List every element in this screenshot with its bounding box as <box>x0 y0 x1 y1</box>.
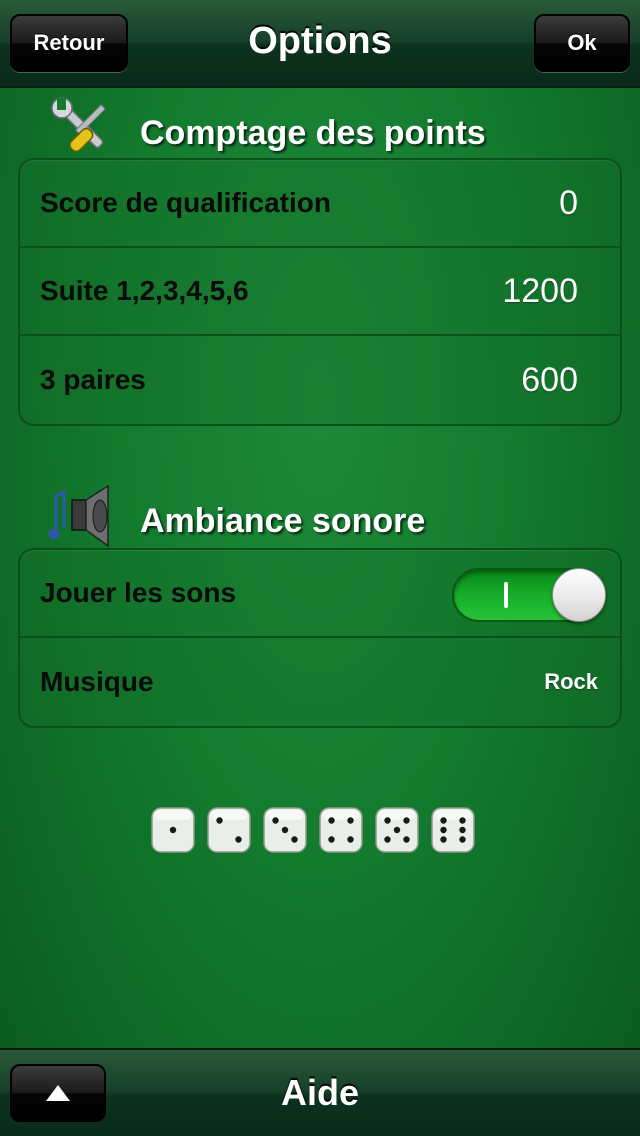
die-4-icon <box>319 807 363 853</box>
table-row: Jouer les sons <box>20 550 620 638</box>
die-pip <box>272 817 279 824</box>
table-row[interactable]: Suite 1,2,3,4,5,6 1200 <box>20 248 620 336</box>
die-pip <box>440 836 447 843</box>
die-pip <box>440 817 447 824</box>
qualification-score-value: 0 <box>559 183 578 222</box>
die-pip <box>169 826 177 834</box>
table-row[interactable]: Musique Rock <box>20 638 620 726</box>
table-row[interactable]: Score de qualification 0 <box>20 160 620 248</box>
die-pip <box>403 817 410 824</box>
die-3-icon <box>263 807 307 853</box>
toggle-knob[interactable] <box>552 568 606 622</box>
die-pip <box>347 817 354 824</box>
die-pip <box>291 836 298 843</box>
die-2-icon <box>207 807 251 853</box>
music-value: Rock <box>544 669 598 694</box>
straight-value: 1200 <box>502 271 578 310</box>
tools-icon <box>46 94 116 164</box>
sound-group: Jouer les sons Musique Rock <box>18 548 622 728</box>
straight-label: Suite 1,2,3,4,5,6 <box>40 275 249 306</box>
die-pip <box>235 836 242 843</box>
play-sounds-toggle[interactable] <box>452 568 606 622</box>
help-title[interactable]: Aide <box>0 1072 640 1114</box>
speaker-music-icon <box>46 482 116 552</box>
ok-button[interactable]: Ok <box>534 14 630 72</box>
table-row[interactable]: 3 paires 600 <box>20 336 620 424</box>
sound-section-title: Ambiance sonore <box>140 502 426 540</box>
bottom-bar: Aide <box>0 1048 640 1136</box>
die-pip <box>328 817 335 824</box>
die-pip <box>216 817 223 824</box>
die-pip <box>347 836 354 843</box>
qualification-score-label: Score de qualification <box>40 187 331 218</box>
music-label: Musique <box>40 666 154 697</box>
die-pip <box>384 836 391 843</box>
die-5-icon <box>375 807 419 853</box>
play-sounds-label: Jouer les sons <box>40 577 237 608</box>
die-pip <box>459 826 466 834</box>
die-1-icon <box>151 807 195 853</box>
toggle-on-mark <box>504 582 508 608</box>
die-pip <box>459 836 466 843</box>
navigation-bar: Retour Options Ok <box>0 0 640 88</box>
die-pip <box>403 836 410 843</box>
die-pip <box>281 826 289 834</box>
dice-decoration <box>150 804 490 860</box>
scoring-section-title: Comptage des points <box>140 114 486 152</box>
three-pairs-label: 3 paires <box>40 364 146 395</box>
die-pip <box>384 817 391 824</box>
die-pip <box>440 826 447 834</box>
die-pip <box>459 817 466 824</box>
die-6-icon <box>431 807 475 853</box>
die-pip <box>328 836 335 843</box>
scoring-group: Score de qualification 0 Suite 1,2,3,4,5… <box>18 158 622 426</box>
die-pip <box>393 826 401 834</box>
three-pairs-value: 600 <box>521 360 578 399</box>
